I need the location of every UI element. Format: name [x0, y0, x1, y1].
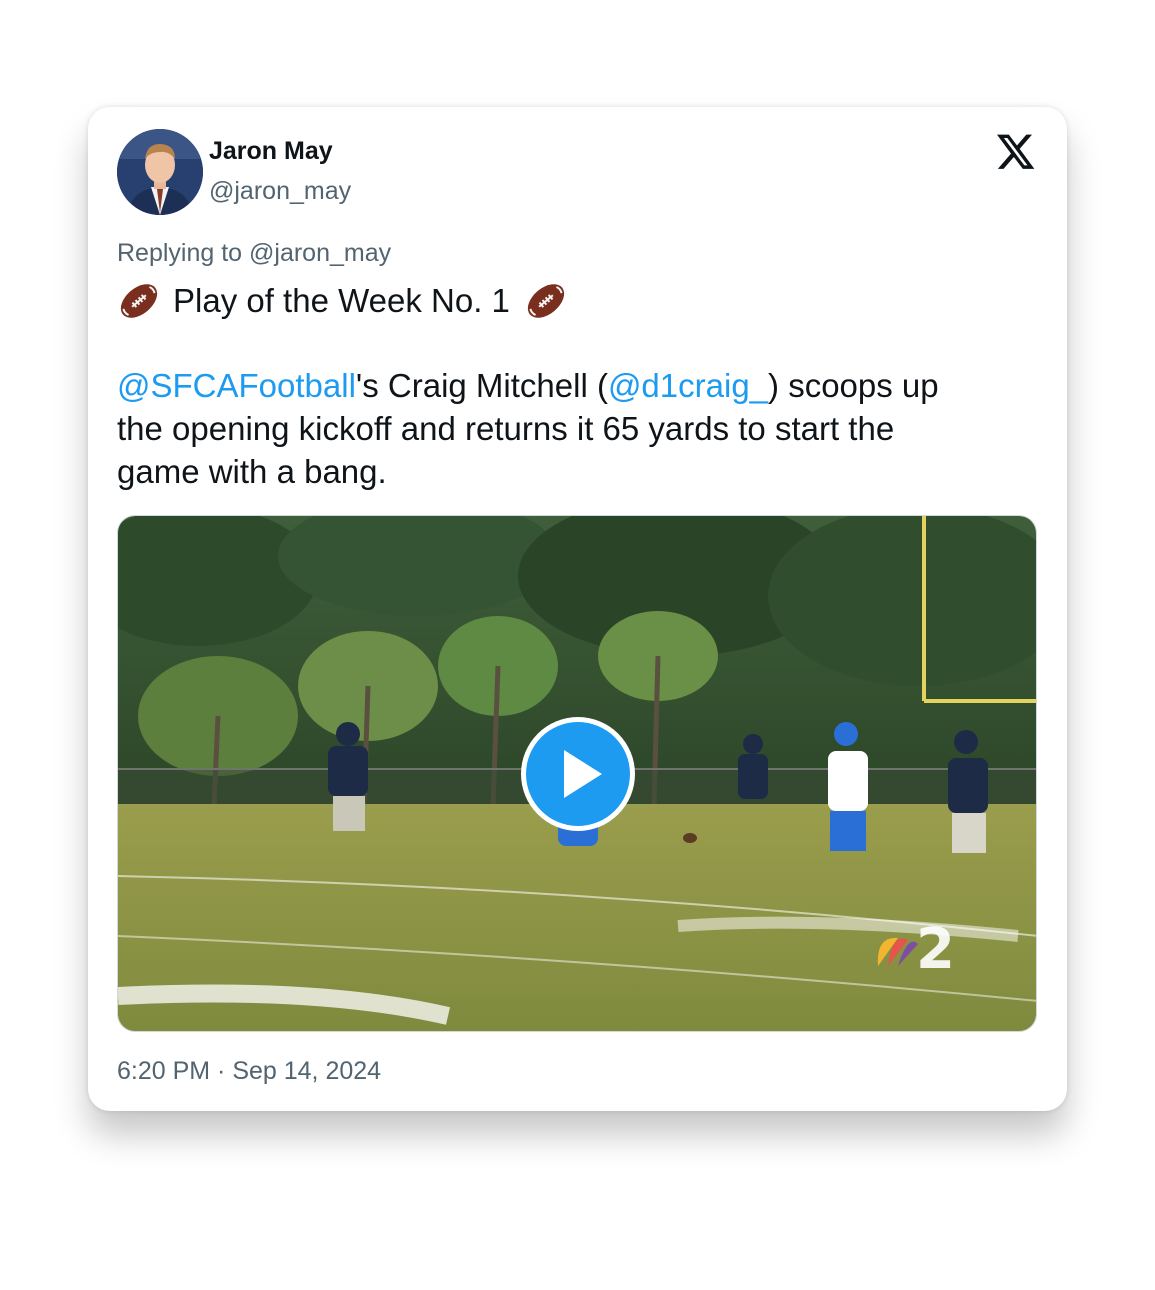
american-football-icon: [524, 279, 568, 323]
mention-d1craig[interactable]: @d1craig_: [608, 367, 768, 404]
author-handle[interactable]: @jaron_may: [209, 177, 351, 206]
x-logo-icon[interactable]: [996, 134, 1036, 172]
video-player[interactable]: 2: [117, 515, 1037, 1032]
tweet-text-segment: ) scoops up: [768, 367, 939, 404]
tweet-title: Play of the Week No. 1: [117, 279, 568, 323]
play-button[interactable]: [518, 714, 638, 834]
author-display-name[interactable]: Jaron May: [209, 137, 333, 166]
tweet-body-line-3: game with a bang.: [117, 453, 387, 490]
mention-sfcafootball[interactable]: @SFCAFootball: [117, 367, 356, 404]
tweet-card: Jaron May @jaron_may Replying to @jaron_…: [88, 107, 1067, 1111]
tweet-title-text: Play of the Week No. 1: [173, 282, 510, 319]
tweet-timestamp[interactable]: 6:20 PM · Sep 14, 2024: [117, 1057, 381, 1086]
tweet-text-segment: 's Craig Mitchell (: [355, 367, 608, 404]
reply-context: Replying to @jaron_may: [117, 239, 392, 267]
play-icon[interactable]: [518, 714, 638, 834]
tweet-body: @SFCAFootball's Craig Mitchell (@d1craig…: [117, 364, 1017, 493]
svg-text:2: 2: [916, 917, 955, 982]
american-football-icon: [117, 279, 161, 323]
tweet-body-line-1: @SFCAFootball's Craig Mitchell (@d1craig…: [117, 364, 1017, 407]
tweet-body-line-2: the opening kickoff and returns it 65 ya…: [117, 410, 895, 447]
avatar[interactable]: [117, 129, 203, 215]
